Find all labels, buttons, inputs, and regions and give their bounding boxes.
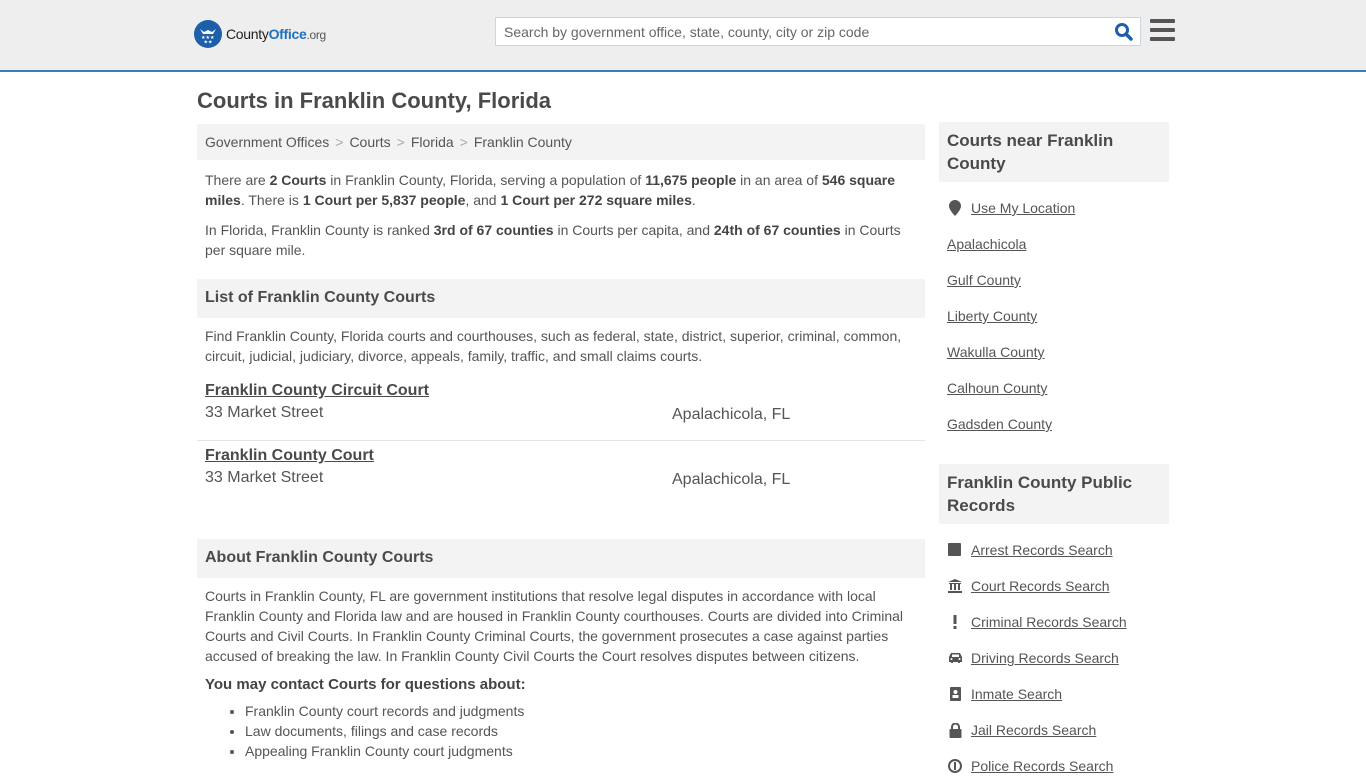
breadcrumb-florida[interactable]: Florida — [411, 134, 454, 150]
id-badge-icon — [947, 686, 963, 702]
breadcrumb-separator: > — [459, 134, 468, 150]
nearby-item: Gulf County — [939, 262, 1169, 298]
records-item: Court Records Search — [939, 568, 1169, 604]
nearby-item: Gadsden County — [939, 406, 1169, 442]
nearby-link-calhoun-county[interactable]: Calhoun County — [947, 380, 1047, 396]
ranking-text: in Courts per capita, and — [553, 222, 714, 238]
logo-text-office: Office — [268, 26, 307, 42]
about-section-heading: About Franklin County Courts — [197, 539, 925, 578]
logo-text-county: County — [226, 26, 269, 42]
summary-text: in Franklin County, Florida, serving a p… — [326, 172, 646, 188]
court-records-link[interactable]: Court Records Search — [971, 578, 1110, 594]
court-address: 33 Market Street — [205, 404, 324, 421]
breadcrumb-separator: > — [335, 134, 344, 150]
breadcrumb-government-offices[interactable]: Government Offices — [205, 134, 329, 150]
court-name-link[interactable]: Franklin County Court — [205, 441, 917, 465]
records-item: Driving Records Search — [939, 640, 1169, 676]
jail-records-link[interactable]: Jail Records Search — [971, 722, 1096, 738]
summary-population: 11,675 people — [645, 172, 737, 188]
breadcrumb-separator: > — [396, 134, 405, 150]
logo-text-tld: .org — [306, 28, 326, 42]
nearby-link-wakulla-county[interactable]: Wakulla County — [947, 344, 1045, 360]
records-item: Police Records Search — [939, 748, 1169, 784]
court-city: Apalachicola, FL — [672, 471, 791, 488]
breadcrumb-current: Franklin County — [473, 134, 572, 150]
lock-icon — [947, 722, 963, 738]
records-item: Inmate Search — [939, 676, 1169, 712]
nearby-item: Liberty County — [939, 298, 1169, 334]
contact-heading: You may contact Courts for questions abo… — [205, 676, 526, 693]
site-logo[interactable]: ★★★ ★★ CountyOffice.org — [194, 20, 326, 48]
records-item: Arrest Records Search — [939, 532, 1169, 568]
contact-topic: Appealing Franklin County court judgment… — [245, 741, 925, 761]
criminal-records-link[interactable]: Criminal Records Search — [971, 614, 1127, 630]
about-section-body: Courts in Franklin County, FL are govern… — [205, 588, 904, 664]
contact-topic: Law documents, filings and case records — [245, 721, 925, 741]
breadcrumb: Government Offices > Courts > Florida > Frankl… — [197, 124, 925, 160]
nearby-item: Apalachicola — [939, 226, 1169, 262]
contact-topic: Franklin County court records and judgme… — [245, 701, 925, 721]
court-list-item: Franklin County Court 33 Market Street A… — [197, 441, 925, 506]
nearby-link-liberty-county[interactable]: Liberty County — [947, 308, 1037, 324]
eagle-stars-icon: ★★★ ★★ — [194, 20, 222, 48]
summary-text: in an area of — [736, 172, 822, 188]
police-badge-icon — [947, 758, 963, 774]
use-my-location-link[interactable]: Use My Location — [971, 200, 1075, 216]
summary-text: There are — [205, 172, 270, 188]
nearby-item: Wakulla County — [939, 334, 1169, 370]
nearby-item-use-location: Use My Location — [939, 190, 1169, 226]
nearby-heading: Courts near Franklin County — [939, 122, 1169, 182]
contact-topics-list: Franklin County court records and judgme… — [245, 701, 925, 761]
search-box — [495, 17, 1141, 46]
records-item: Jail Records Search — [939, 712, 1169, 748]
inmate-search-link[interactable]: Inmate Search — [971, 686, 1062, 702]
driving-records-link[interactable]: Driving Records Search — [971, 650, 1119, 666]
court-address: 33 Market Street — [205, 469, 324, 486]
search-icon[interactable] — [1114, 22, 1134, 42]
sidebar-nearby: Courts near Franklin County Use My Locat… — [939, 122, 1169, 442]
records-item: Criminal Records Search — [939, 604, 1169, 640]
ranking-text: In Florida, Franklin County is ranked — [205, 222, 434, 238]
records-list: Arrest Records Search Court Records Sear… — [939, 532, 1169, 784]
search-input[interactable] — [496, 18, 1096, 45]
nearby-item: Calhoun County — [939, 370, 1169, 406]
rank-per-capita: 3rd of 67 counties — [433, 222, 554, 238]
page-title: Courts in Franklin County, Florida — [197, 88, 552, 113]
summary-text: . There is — [240, 192, 303, 208]
nearby-link-gadsden-county[interactable]: Gadsden County — [947, 416, 1052, 432]
summary-court-count: 2 Courts — [269, 172, 327, 188]
summary-text: , and — [465, 192, 501, 208]
courthouse-icon — [947, 578, 963, 594]
summary-paragraph: There are 2 Courts in Franklin County, F… — [197, 170, 925, 210]
square-icon — [947, 542, 963, 558]
records-heading: Franklin County Public Records — [939, 464, 1169, 524]
car-icon — [947, 650, 963, 666]
court-list-item: Franklin County Circuit Court 33 Market … — [197, 376, 925, 441]
svg-text:★★: ★★ — [204, 40, 213, 45]
police-records-link[interactable]: Police Records Search — [971, 758, 1113, 774]
exclamation-icon — [947, 614, 963, 630]
breadcrumb-courts[interactable]: Courts — [349, 134, 390, 150]
summary-text: . — [691, 192, 696, 208]
map-marker-icon — [947, 200, 963, 216]
court-city: Apalachicola, FL — [672, 406, 791, 423]
arrest-records-link[interactable]: Arrest Records Search — [971, 542, 1113, 558]
summary-per-capita: 1 Court per 5,837 people — [302, 192, 466, 208]
ranking-paragraph: In Florida, Franklin County is ranked 3r… — [197, 220, 925, 260]
rank-per-area: 24th of 67 counties — [713, 222, 841, 238]
hamburger-menu-icon[interactable] — [1150, 19, 1175, 41]
logo-text: CountyOffice.org — [226, 26, 326, 42]
sidebar-public-records: Franklin County Public Records Arrest Re… — [939, 464, 1169, 784]
list-section-heading: List of Franklin County Courts — [197, 279, 925, 318]
main-content: Government Offices > Courts > Florida > Frankl… — [197, 124, 925, 761]
site-header: ★★★ ★★ CountyOffice.org — [0, 0, 1366, 72]
court-name-link[interactable]: Franklin County Circuit Court — [205, 376, 917, 400]
nearby-list: Use My Location Apalachicola Gulf County… — [939, 190, 1169, 442]
nearby-link-gulf-county[interactable]: Gulf County — [947, 272, 1021, 288]
list-section-description: Find Franklin County, Florida courts and… — [205, 328, 902, 364]
summary-per-area: 1 Court per 272 square miles — [500, 192, 692, 208]
nearby-link-apalachicola[interactable]: Apalachicola — [947, 236, 1026, 252]
